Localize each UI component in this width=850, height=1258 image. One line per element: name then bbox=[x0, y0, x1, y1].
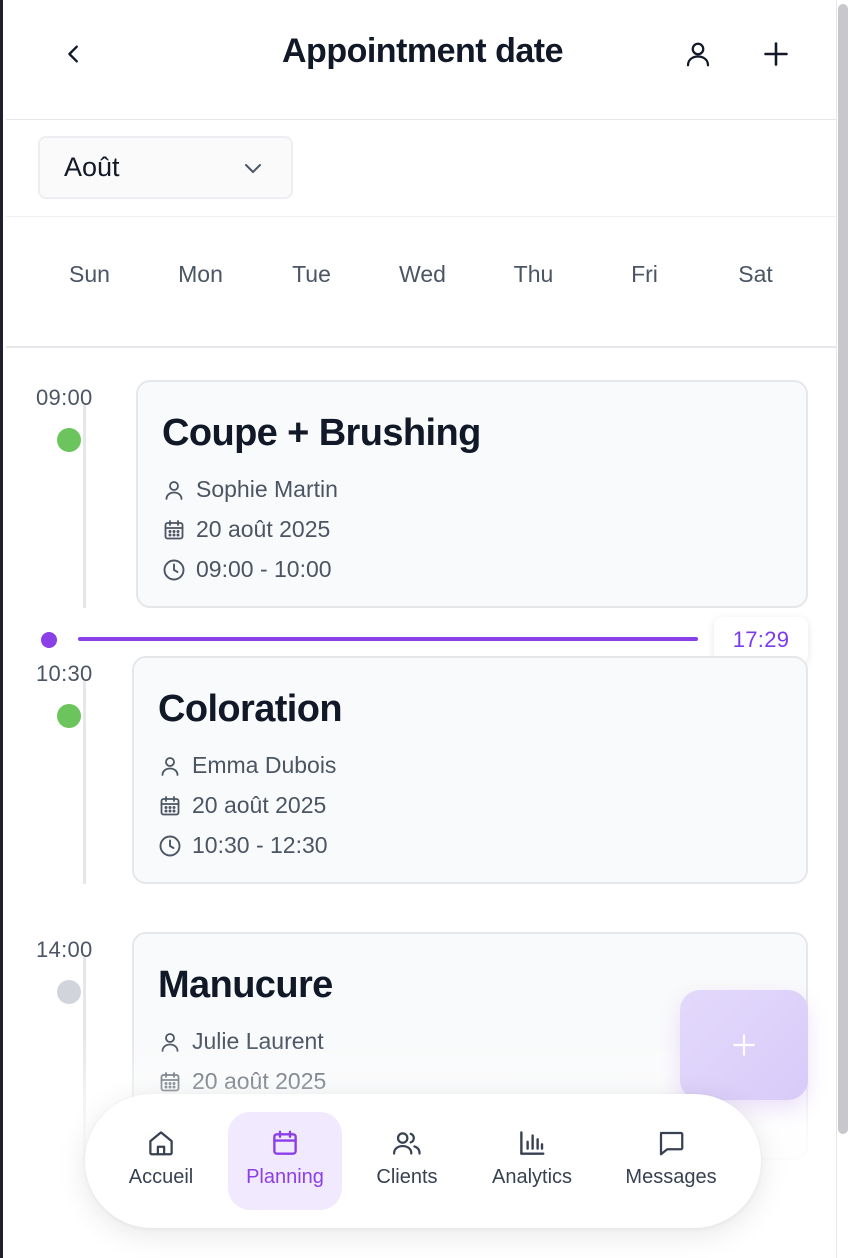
user-icon bbox=[165, 480, 183, 500]
appointment-card[interactable]: Coloration Emma Dubois 20 août 2025 10:3… bbox=[132, 656, 808, 884]
timeline-line bbox=[83, 957, 86, 1160]
month-select-value: Août bbox=[64, 152, 120, 182]
add-button[interactable] bbox=[756, 34, 796, 74]
appointment-date: 20 août 2025 bbox=[196, 516, 331, 542]
current-time-dot bbox=[41, 632, 57, 648]
clock-icon bbox=[159, 835, 181, 856]
bar-chart-icon bbox=[520, 1131, 545, 1155]
nav-item-label: Planning bbox=[246, 1166, 324, 1188]
client-name: Sophie Martin bbox=[196, 476, 338, 502]
user-icon bbox=[161, 756, 179, 776]
date-row: 20 août 2025 bbox=[162, 516, 330, 543]
service-name: Manucure bbox=[158, 964, 333, 1006]
client-row: Julie Laurent bbox=[158, 1028, 324, 1055]
timeline-line bbox=[83, 405, 86, 608]
time-row: 10:30 - 12:30 bbox=[158, 832, 328, 859]
clock-icon bbox=[163, 559, 185, 580]
message-icon bbox=[659, 1131, 684, 1156]
weekday-mon[interactable]: Mon bbox=[145, 261, 256, 288]
appointment-date: 20 août 2025 bbox=[192, 792, 327, 818]
weekday-sun[interactable]: Sun bbox=[34, 261, 145, 288]
client-name: Emma Dubois bbox=[192, 752, 337, 778]
month-select[interactable]: Août bbox=[38, 136, 293, 199]
timeline-line bbox=[83, 681, 86, 884]
status-dot bbox=[57, 704, 81, 728]
current-time-line bbox=[78, 637, 698, 641]
service-name: Coupe + Brushing bbox=[162, 412, 481, 454]
scrollbar-thumb[interactable] bbox=[838, 4, 848, 1134]
profile-button[interactable] bbox=[678, 34, 718, 74]
weekday-header: Sun Mon Tue Wed Thu Fri Sat bbox=[6, 218, 839, 348]
date-row: 20 août 2025 bbox=[158, 792, 326, 819]
nav-item-label: Messages bbox=[625, 1166, 717, 1188]
floating-add-button[interactable] bbox=[680, 990, 808, 1100]
calendar-icon bbox=[160, 795, 180, 815]
plus-icon bbox=[764, 42, 788, 66]
users-icon bbox=[392, 1132, 421, 1155]
service-name: Coloration bbox=[158, 688, 343, 730]
nav-item-analytics[interactable]: Analytics bbox=[481, 1112, 583, 1210]
chevron-down-icon bbox=[245, 164, 261, 173]
nav-item-label: Clients bbox=[376, 1166, 438, 1188]
date-row: 20 août 2025 bbox=[158, 1068, 326, 1095]
weekday-thu[interactable]: Thu bbox=[478, 261, 589, 288]
nav-item-accueil[interactable]: Accueil bbox=[111, 1112, 211, 1210]
app-screen: Appointment date Août Sun Mon Tue Wed Th… bbox=[0, 0, 850, 1258]
calendar-icon bbox=[160, 1071, 180, 1091]
appointment-time-range: 09:00 - 10:00 bbox=[196, 556, 332, 582]
scrollbar[interactable] bbox=[836, 0, 850, 1258]
appointment-card[interactable]: Coupe + Brushing Sophie Martin 20 août 2… bbox=[136, 380, 808, 608]
header: Appointment date bbox=[6, 0, 839, 120]
weekday-wed[interactable]: Wed bbox=[367, 261, 478, 288]
nav-item-label: Analytics bbox=[491, 1166, 573, 1188]
nav-item-messages[interactable]: Messages bbox=[617, 1112, 725, 1210]
nav-item-label: Accueil bbox=[128, 1166, 194, 1188]
plus-icon bbox=[733, 1034, 755, 1056]
weekday-sat[interactable]: Sat bbox=[700, 261, 811, 288]
month-row: Août bbox=[6, 120, 839, 217]
status-dot bbox=[57, 428, 81, 452]
user-icon bbox=[686, 42, 710, 67]
time-row: 09:00 - 10:00 bbox=[162, 556, 332, 583]
appointment-date: 20 août 2025 bbox=[192, 1068, 327, 1094]
client-row: Emma Dubois bbox=[158, 752, 336, 779]
calendar-icon bbox=[273, 1130, 297, 1155]
client-name: Julie Laurent bbox=[192, 1028, 324, 1054]
status-dot bbox=[57, 980, 81, 1004]
home-icon bbox=[149, 1131, 173, 1156]
nav-item-clients[interactable]: Clients bbox=[361, 1112, 453, 1210]
weekday-tue[interactable]: Tue bbox=[256, 261, 367, 288]
weekday-fri[interactable]: Fri bbox=[589, 261, 700, 288]
user-icon bbox=[161, 1032, 179, 1052]
bottom-nav: Accueil Planning Clients Analytics Messa… bbox=[85, 1094, 761, 1228]
nav-item-planning[interactable]: Planning bbox=[228, 1112, 342, 1210]
calendar-icon bbox=[164, 519, 184, 539]
appointment-time-range: 10:30 - 12:30 bbox=[192, 832, 328, 858]
client-row: Sophie Martin bbox=[162, 476, 338, 503]
